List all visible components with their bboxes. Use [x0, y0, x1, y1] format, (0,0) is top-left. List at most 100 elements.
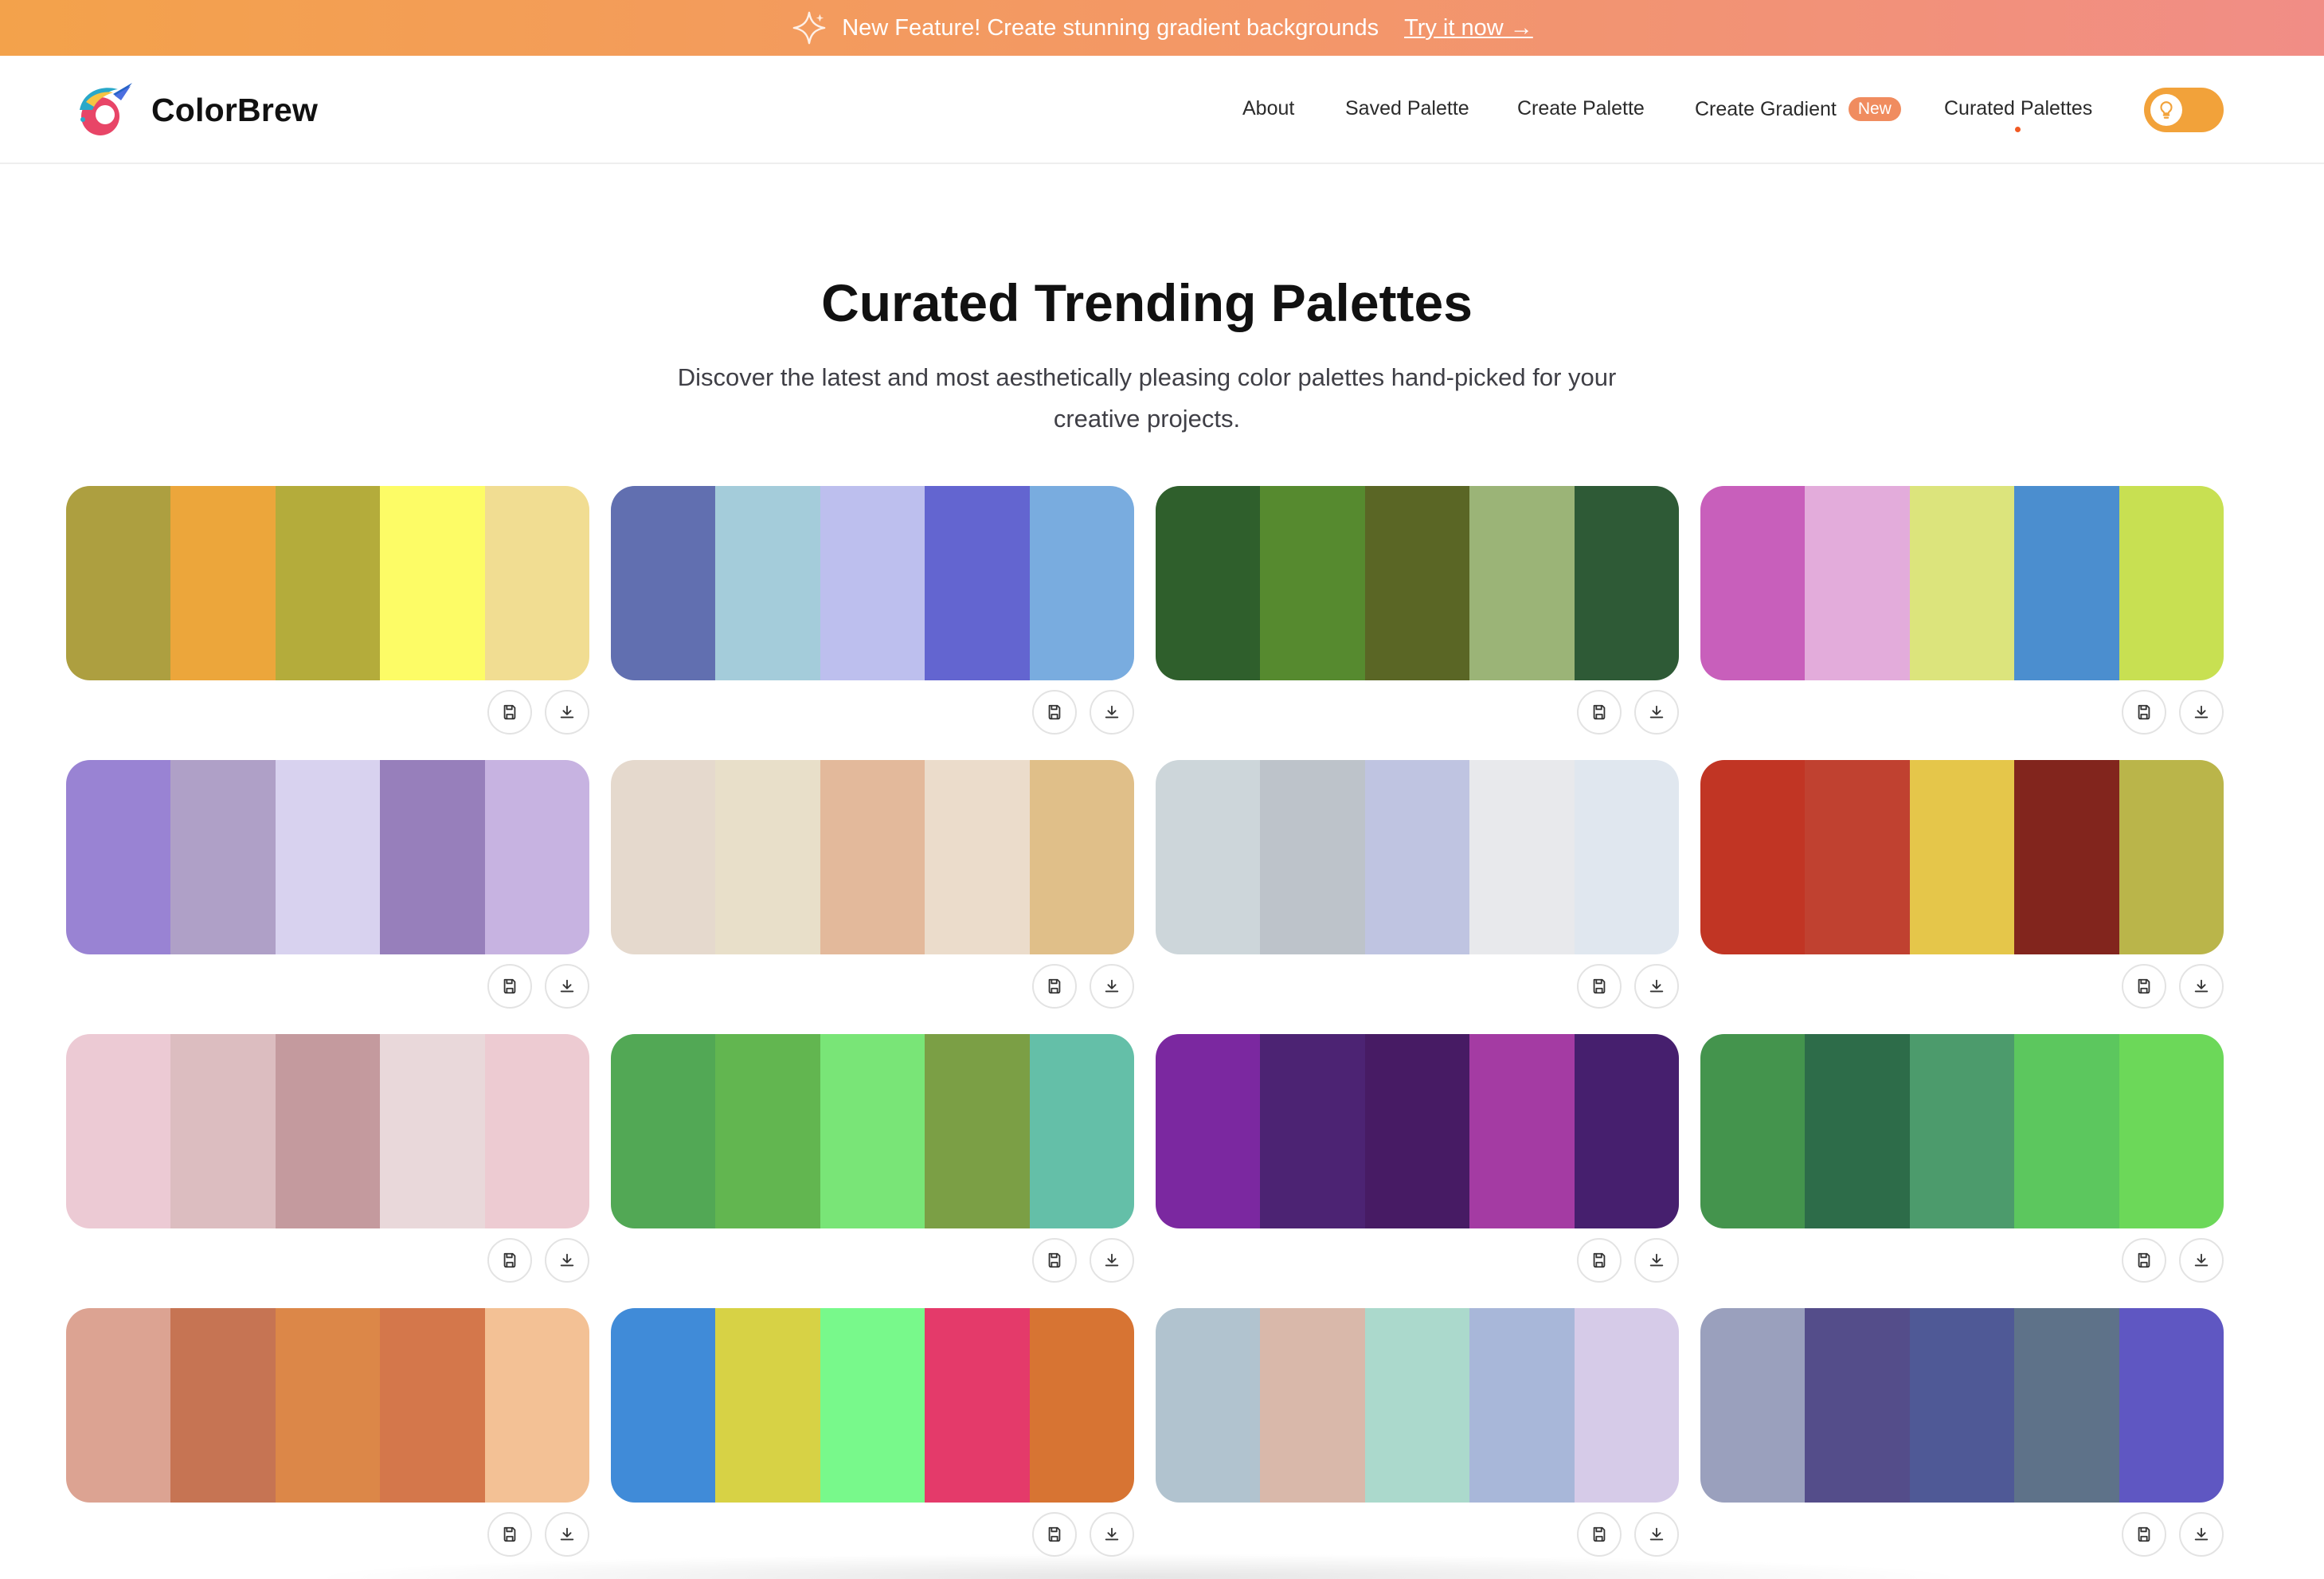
- palette-swatches[interactable]: [1700, 1308, 2224, 1503]
- save-palette-button[interactable]: [1032, 1512, 1077, 1557]
- color-swatch[interactable]: [484, 760, 589, 954]
- color-swatch[interactable]: [1574, 486, 1679, 680]
- download-palette-button[interactable]: [1634, 1238, 1679, 1283]
- color-swatch[interactable]: [2014, 486, 2119, 680]
- color-swatch[interactable]: [2119, 1308, 2224, 1503]
- color-swatch[interactable]: [1364, 1034, 1470, 1228]
- nav-create-gradient[interactable]: Create Gradient New: [1695, 97, 1901, 121]
- palette-swatches[interactable]: [1700, 760, 2224, 954]
- color-swatch[interactable]: [1700, 486, 1806, 680]
- color-swatch[interactable]: [380, 1308, 485, 1503]
- color-swatch[interactable]: [1260, 760, 1365, 954]
- color-swatch[interactable]: [170, 1308, 276, 1503]
- download-palette-button[interactable]: [1634, 690, 1679, 735]
- color-swatch[interactable]: [1574, 1034, 1679, 1228]
- color-swatch[interactable]: [170, 486, 276, 680]
- color-swatch[interactable]: [1156, 1308, 1261, 1503]
- save-palette-button[interactable]: [2122, 1238, 2166, 1283]
- color-swatch[interactable]: [1260, 486, 1365, 680]
- color-swatch[interactable]: [611, 1034, 716, 1228]
- color-swatch[interactable]: [1909, 1308, 2015, 1503]
- color-swatch[interactable]: [1909, 1034, 2015, 1228]
- palette-swatches[interactable]: [66, 486, 589, 680]
- color-swatch[interactable]: [715, 486, 820, 680]
- download-palette-button[interactable]: [1634, 1512, 1679, 1557]
- color-swatch[interactable]: [1805, 760, 1910, 954]
- color-swatch[interactable]: [1574, 1308, 1679, 1503]
- color-swatch[interactable]: [2119, 760, 2224, 954]
- palette-swatches[interactable]: [66, 1034, 589, 1228]
- color-swatch[interactable]: [1574, 760, 1679, 954]
- color-swatch[interactable]: [820, 1034, 925, 1228]
- download-palette-button[interactable]: [1090, 964, 1134, 1009]
- palette-swatches[interactable]: [1700, 1034, 2224, 1228]
- color-swatch[interactable]: [1909, 760, 2015, 954]
- nav-curated-palettes[interactable]: Curated Palettes: [1944, 97, 2092, 132]
- color-swatch[interactable]: [170, 1034, 276, 1228]
- color-swatch[interactable]: [66, 486, 171, 680]
- color-swatch[interactable]: [820, 486, 925, 680]
- color-swatch[interactable]: [1700, 1308, 1806, 1503]
- color-swatch[interactable]: [925, 486, 1030, 680]
- color-swatch[interactable]: [1260, 1308, 1365, 1503]
- download-palette-button[interactable]: [2179, 1512, 2224, 1557]
- color-swatch[interactable]: [1469, 486, 1575, 680]
- color-swatch[interactable]: [484, 1308, 589, 1503]
- color-swatch[interactable]: [820, 760, 925, 954]
- download-palette-button[interactable]: [1090, 1238, 1134, 1283]
- color-swatch[interactable]: [2119, 486, 2224, 680]
- color-swatch[interactable]: [820, 1308, 925, 1503]
- download-palette-button[interactable]: [1090, 690, 1134, 735]
- palette-swatches[interactable]: [1156, 1308, 1679, 1503]
- color-swatch[interactable]: [1364, 486, 1470, 680]
- color-swatch[interactable]: [1029, 1308, 1134, 1503]
- color-swatch[interactable]: [925, 760, 1030, 954]
- save-palette-button[interactable]: [1032, 1238, 1077, 1283]
- palette-swatches[interactable]: [611, 486, 1134, 680]
- color-swatch[interactable]: [1909, 486, 2015, 680]
- color-swatch[interactable]: [380, 760, 485, 954]
- save-palette-button[interactable]: [1577, 1238, 1622, 1283]
- palette-swatches[interactable]: [66, 760, 589, 954]
- nav-saved-palette[interactable]: Saved Palette: [1345, 97, 1469, 120]
- color-swatch[interactable]: [1029, 486, 1134, 680]
- color-swatch[interactable]: [66, 760, 171, 954]
- save-palette-button[interactable]: [487, 690, 532, 735]
- color-swatch[interactable]: [1805, 1034, 1910, 1228]
- save-palette-button[interactable]: [1577, 964, 1622, 1009]
- color-swatch[interactable]: [1260, 1034, 1365, 1228]
- color-swatch[interactable]: [611, 1308, 716, 1503]
- color-swatch[interactable]: [1364, 760, 1470, 954]
- palette-swatches[interactable]: [611, 760, 1134, 954]
- download-palette-button[interactable]: [545, 1238, 589, 1283]
- color-swatch[interactable]: [66, 1034, 171, 1228]
- download-palette-button[interactable]: [1634, 964, 1679, 1009]
- color-swatch[interactable]: [925, 1308, 1030, 1503]
- theme-toggle[interactable]: [2144, 88, 2224, 132]
- palette-swatches[interactable]: [611, 1034, 1134, 1228]
- palette-swatches[interactable]: [1156, 486, 1679, 680]
- color-swatch[interactable]: [484, 1034, 589, 1228]
- color-swatch[interactable]: [2014, 760, 2119, 954]
- download-palette-button[interactable]: [2179, 690, 2224, 735]
- save-palette-button[interactable]: [2122, 690, 2166, 735]
- color-swatch[interactable]: [1156, 1034, 1261, 1228]
- color-swatch[interactable]: [1156, 760, 1261, 954]
- color-swatch[interactable]: [1805, 486, 1910, 680]
- download-palette-button[interactable]: [2179, 1238, 2224, 1283]
- save-palette-button[interactable]: [2122, 964, 2166, 1009]
- palette-swatches[interactable]: [1156, 760, 1679, 954]
- color-swatch[interactable]: [275, 486, 381, 680]
- save-palette-button[interactable]: [1032, 690, 1077, 735]
- palette-swatches[interactable]: [1700, 486, 2224, 680]
- color-swatch[interactable]: [1029, 1034, 1134, 1228]
- color-swatch[interactable]: [275, 1034, 381, 1228]
- download-palette-button[interactable]: [545, 690, 589, 735]
- color-swatch[interactable]: [484, 486, 589, 680]
- color-swatch[interactable]: [1700, 1034, 1806, 1228]
- color-swatch[interactable]: [925, 1034, 1030, 1228]
- color-swatch[interactable]: [2014, 1034, 2119, 1228]
- color-swatch[interactable]: [715, 760, 820, 954]
- save-palette-button[interactable]: [1577, 1512, 1622, 1557]
- save-palette-button[interactable]: [2122, 1512, 2166, 1557]
